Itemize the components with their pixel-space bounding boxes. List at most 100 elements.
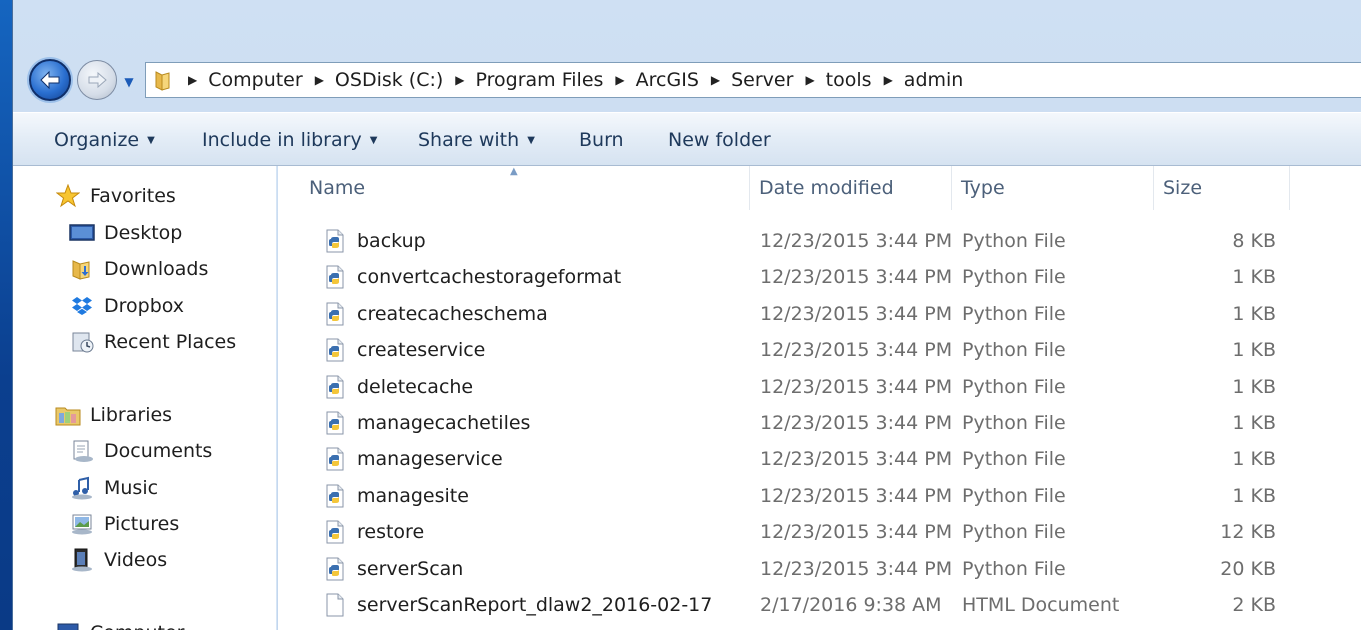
file-row[interactable]: backup 12/23/2015 3:44 PM Python File 8 KB [278, 223, 1361, 259]
breadcrumb-osdisk[interactable]: OSDisk (C:) [335, 69, 443, 91]
file-date-modified: 12/23/2015 3:44 PM [760, 230, 953, 252]
file-row[interactable]: serverScanReport_dlaw2_2016-02-17 2/17/20… [278, 587, 1361, 623]
column-header-label: Type [961, 177, 1005, 199]
nav-videos[interactable]: Videos [69, 544, 167, 576]
nav-label: Recent Places [104, 331, 237, 353]
computer-icon [55, 620, 81, 630]
file-name: deletecache [357, 375, 474, 398]
dropbox-icon [69, 293, 95, 319]
burn-label: Burn [579, 129, 624, 151]
breadcrumb-program-files[interactable]: Program Files [476, 69, 604, 91]
column-header-type[interactable]: Type [952, 166, 1154, 210]
breadcrumb-arrow-icon[interactable]: ▶ [711, 73, 720, 87]
file-name: createcacheschema [357, 302, 548, 325]
chevron-down-icon: ▼ [124, 75, 134, 89]
breadcrumb-computer[interactable]: Computer [208, 69, 302, 91]
file-row[interactable]: managecachetiles 12/23/2015 3:44 PM Python… [278, 405, 1361, 441]
nav-music[interactable]: Music [69, 472, 158, 504]
file-row[interactable]: restore 12/23/2015 3:44 PM Python File 12 K… [278, 514, 1361, 550]
videos-icon [69, 547, 95, 573]
python-file-icon [322, 296, 348, 332]
breadcrumb-arrow-icon[interactable]: ▶ [615, 73, 624, 87]
file-type: Python File [962, 412, 1066, 434]
nav-label: Computer [90, 622, 184, 630]
file-row[interactable]: managesite 12/23/2015 3:44 PM Python File 1… [278, 478, 1361, 514]
breadcrumb-server[interactable]: Server [731, 69, 793, 91]
back-arrow-icon [40, 70, 60, 90]
breadcrumb-arrow-icon[interactable]: ▶ [188, 73, 197, 87]
file-type: Python File [962, 375, 1066, 398]
file-type: Python File [962, 302, 1066, 325]
nav-libraries[interactable]: Libraries [55, 399, 172, 431]
nav-desktop[interactable]: Desktop [69, 217, 182, 249]
organize-label: Organize [54, 129, 140, 151]
file-name: restore [357, 521, 425, 544]
file-row[interactable]: createservice 12/23/2015 3:44 PM Python Fi… [278, 332, 1361, 368]
file-size: 2 KB [1232, 594, 1276, 616]
file-date-modified: 12/23/2015 3:44 PM [760, 266, 953, 289]
address-bar[interactable]: ▶ Computer ▶ OSDisk (C:) ▶ Program Files… [145, 62, 1361, 98]
file-name: managecachetiles [357, 412, 531, 434]
file-size: 1 KB [1232, 339, 1276, 362]
python-file-icon [322, 551, 348, 587]
music-icon [69, 475, 95, 501]
nav-dropbox[interactable]: Dropbox [69, 290, 184, 322]
nav-computer[interactable]: Computer [55, 617, 184, 630]
file-type: Python File [962, 230, 1066, 252]
breadcrumb-admin[interactable]: admin [904, 69, 964, 91]
file-row[interactable]: serverScan 12/23/2015 3:44 PM Python File 2… [278, 551, 1361, 587]
column-header-size[interactable]: Size [1154, 166, 1290, 210]
downloads-folder-icon [69, 256, 95, 282]
share-with-label: Share with [418, 129, 520, 151]
breadcrumb-arrow-icon[interactable]: ▶ [455, 73, 464, 87]
file-row[interactable]: createcacheschema 12/23/2015 3:44 PM Pytho… [278, 296, 1361, 332]
navigation-pane: Favorites Desktop Downloads Dropbox Rece… [13, 166, 277, 630]
nav-recent-places[interactable]: Recent Places [69, 326, 236, 358]
column-header-label: Date modified [759, 177, 894, 199]
breadcrumb-arrow-icon[interactable]: ▶ [884, 73, 893, 87]
file-date-modified: 12/23/2015 3:44 PM [760, 339, 953, 362]
column-header-date-modified[interactable]: Date modified [750, 166, 952, 210]
file-date-modified: 12/23/2015 3:44 PM [760, 412, 953, 434]
documents-icon [69, 438, 95, 464]
new-folder-button[interactable]: New folder [668, 113, 771, 167]
nav-label: Pictures [104, 513, 180, 535]
address-row: ▼ ▶ Computer ▶ OSDisk (C:) ▶ Program Fil… [13, 56, 1361, 104]
file-size: 1 KB [1232, 266, 1276, 289]
file-row[interactable]: manageservice 12/23/2015 3:44 PM Python Fi… [278, 441, 1361, 477]
forward-button[interactable] [77, 60, 117, 100]
file-row[interactable]: deletecache 12/23/2015 3:44 PM Python File… [278, 369, 1361, 405]
python-file-icon [322, 405, 348, 441]
python-file-icon [322, 478, 348, 514]
file-name: convertcachestorageformat [357, 266, 622, 289]
forward-arrow-icon [88, 71, 107, 89]
breadcrumb-arrow-icon[interactable]: ▶ [805, 73, 814, 87]
nav-label: Videos [104, 549, 168, 571]
breadcrumb-tools[interactable]: tools [826, 69, 872, 91]
column-header-name[interactable]: Name [300, 166, 750, 210]
nav-pictures[interactable]: Pictures [69, 508, 179, 540]
breadcrumb-arrow-icon[interactable]: ▶ [315, 73, 324, 87]
pictures-icon [69, 511, 95, 537]
python-file-icon [322, 259, 348, 295]
breadcrumb-arcgis[interactable]: ArcGIS [636, 69, 699, 91]
column-header-label: Name [309, 177, 366, 199]
file-name: serverScan [357, 557, 464, 580]
nav-downloads[interactable]: Downloads [69, 253, 208, 285]
back-button[interactable] [29, 59, 71, 101]
file-type: Python File [962, 339, 1066, 362]
organize-button[interactable]: Organize ▼ [54, 113, 155, 167]
file-date-modified: 12/23/2015 3:44 PM [760, 557, 953, 580]
file-date-modified: 12/23/2015 3:44 PM [760, 484, 953, 507]
python-file-icon [322, 441, 348, 477]
recent-pages-dropdown[interactable]: ▼ [121, 74, 137, 90]
burn-button[interactable]: Burn [579, 113, 624, 167]
libraries-icon [55, 402, 81, 428]
file-type: Python File [962, 266, 1066, 289]
file-row[interactable]: convertcachestorageformat 12/23/2015 3:44… [278, 259, 1361, 295]
share-with-button[interactable]: Share with ▼ [418, 113, 535, 167]
nav-documents[interactable]: Documents [69, 435, 212, 467]
nav-favorites[interactable]: Favorites [55, 180, 176, 212]
chevron-down-icon: ▼ [147, 134, 155, 146]
include-in-library-button[interactable]: Include in library ▼ [202, 113, 377, 167]
